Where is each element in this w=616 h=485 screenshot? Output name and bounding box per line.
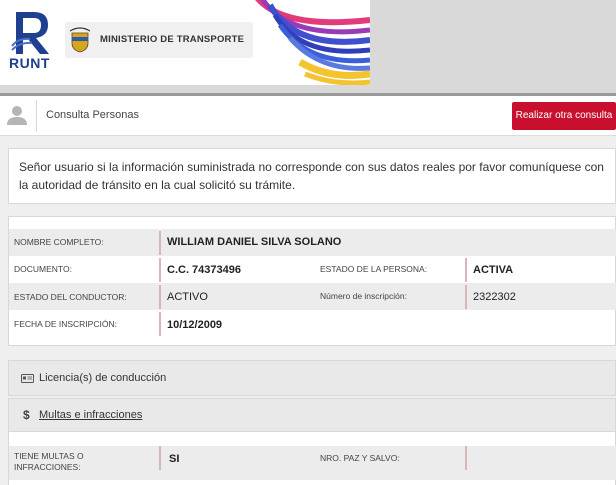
licencias-label: Licencia(s) de conducción — [39, 372, 167, 384]
tiene-multas-label-line2: INFRACCIONES: — [14, 462, 81, 472]
field-separator — [465, 446, 467, 470]
nombre-value: WILLIAM DANIEL SILVA SOLANO — [167, 236, 342, 248]
colombia-crest-icon — [69, 27, 91, 53]
documento-label: DOCUMENTO: — [14, 264, 72, 274]
estado-conductor-label: ESTADO DEL CONDUCTOR: — [14, 292, 127, 302]
license-card-icon — [21, 374, 34, 383]
field-separator — [159, 231, 161, 255]
field-separator — [465, 285, 467, 309]
estado-persona-label: ESTADO DE LA PERSONA: — [320, 264, 428, 274]
fecha-value: 10/12/2009 — [167, 319, 223, 331]
tiene-multas-label: TIENE MULTAS O INFRACCIONES: — [14, 451, 84, 473]
multas-panel: TIENE MULTAS O INFRACCIONES: SI NRO. PAZ… — [8, 432, 616, 485]
new-query-button[interactable]: Realizar otra consulta — [512, 102, 616, 130]
user-icon — [7, 106, 27, 125]
ministry-name: MINISTERIO DE TRANSPORTE — [100, 34, 245, 45]
field-separator — [159, 312, 161, 336]
multas-link[interactable]: Multas e infracciones — [39, 409, 142, 421]
banner-white-area: RUNT MINISTERIO DE TRANSPORTE — [0, 0, 370, 85]
field-separator — [465, 258, 467, 282]
person-details-panel: NOMBRE COMPLETO: WILLIAM DANIEL SILVA SO… — [8, 216, 616, 346]
decorative-waves-icon — [255, 0, 370, 85]
row-fecha: FECHA DE INSCRIPCIÓN: 10/12/2009 — [9, 310, 616, 337]
documento-value: C.C. 74373496 — [167, 264, 241, 276]
dollar-icon: $ — [23, 408, 30, 422]
tiene-multas-value: SI — [169, 453, 180, 465]
top-banner: RUNT MINISTERIO DE TRANSPORTE — [0, 0, 616, 93]
notice-panel: Señor usuario si la información suminist… — [8, 148, 616, 204]
field-separator — [159, 258, 161, 282]
paz-salvo-label: NRO. PAZ Y SALVO: — [320, 453, 400, 463]
multas-section-header[interactable]: $ Multas e infracciones — [8, 398, 616, 432]
row-nombre: NOMBRE COMPLETO: WILLIAM DANIEL SILVA SO… — [9, 229, 616, 256]
inscripcion-num-label: Número de inscripción: — [320, 291, 407, 301]
field-separator — [159, 285, 161, 309]
runt-logo-text: RUNT — [9, 55, 50, 71]
row-multas: TIENE MULTAS O INFRACCIONES: SI NRO. PAZ… — [9, 446, 616, 480]
bar-divider — [36, 100, 37, 132]
estado-persona-value: ACTIVA — [473, 264, 514, 276]
ministry-logo: MINISTERIO DE TRANSPORTE — [65, 22, 253, 58]
field-separator — [159, 446, 161, 470]
nombre-label: NOMBRE COMPLETO: — [14, 237, 104, 247]
licencias-section-header[interactable]: Licencia(s) de conducción — [8, 360, 616, 396]
row-conductor: ESTADO DEL CONDUCTOR: ACTIVO Número de i… — [9, 283, 616, 310]
inscripcion-num-value: 2322302 — [473, 291, 516, 303]
consulta-bar: Consulta Personas Realizar otra consulta — [0, 96, 616, 136]
notice-text: Señor usuario si la información suminist… — [19, 160, 604, 192]
fecha-label: FECHA DE INSCRIPCIÓN: — [14, 319, 117, 329]
estado-conductor-value: ACTIVO — [167, 291, 208, 303]
tiene-multas-label-line1: TIENE MULTAS O — [14, 451, 84, 461]
row-documento: DOCUMENTO: C.C. 74373496 ESTADO DE LA PE… — [9, 256, 616, 283]
page-title: Consulta Personas — [46, 109, 139, 121]
